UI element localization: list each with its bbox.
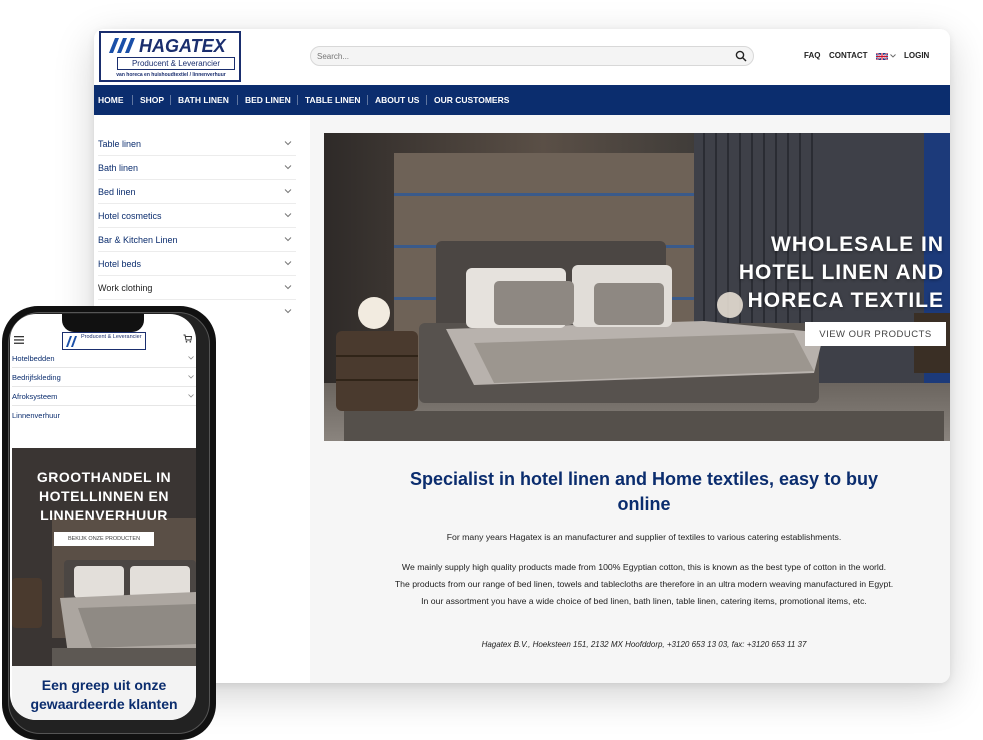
sidebar-item-hotel-beds[interactable]: Hotel beds <box>98 253 296 276</box>
sidebar-item-label: Bar & Kitchen Linen <box>98 235 178 245</box>
mobile-menu-label: Hotelbedden <box>12 354 55 363</box>
nav-item-about-us[interactable]: ABOUT US <box>375 95 419 105</box>
faq-link[interactable]: FAQ <box>804 51 820 60</box>
hagatex-logo-mark <box>66 336 77 347</box>
view-products-button[interactable]: VIEW OUR PRODUCTS <box>805 322 946 346</box>
site-header: HAGATEX Producent & Leverancier van hore… <box>94 29 950 85</box>
hero-banner: WHOLESALE IN HOTEL LINEN AND HORECA TEXT… <box>324 133 950 441</box>
hero-title: WHOLESALE IN HOTEL LINEN AND HORECA TEXT… <box>684 231 944 315</box>
logo-tagline: Producent & Leverancier <box>81 334 142 340</box>
main-content: WHOLESALE IN HOTEL LINEN AND HORECA TEXT… <box>310 115 950 683</box>
chevron-down-icon <box>284 285 292 290</box>
logo-subline: van horeca en huishoudtextiel / linnenve… <box>116 72 226 78</box>
nav-divider <box>170 95 171 105</box>
phone-notch <box>62 314 144 332</box>
svg-text:HAGATEX: HAGATEX <box>139 36 227 55</box>
contact-link[interactable]: CONTACT <box>829 51 868 60</box>
uk-flag-icon <box>876 53 888 60</box>
mobile-menu-label: Linnenverhuur <box>12 411 60 420</box>
search-bar <box>310 46 754 66</box>
login-link[interactable]: LOGIN <box>904 51 929 60</box>
mobile-menu-item[interactable]: Afroksysteem <box>12 388 196 406</box>
mobile-menu-item[interactable]: Bedrijfskleding <box>12 369 196 387</box>
mobile-menu-label: Afroksysteem <box>12 392 58 401</box>
logo-tagline: Producent & Leverancier <box>117 57 235 70</box>
desktop-mockup: HAGATEX Producent & Leverancier van hore… <box>94 29 950 683</box>
sidebar-item-label: Hotel cosmetics <box>98 211 162 221</box>
mobile-hero-title-line: HOTELLINNEN EN <box>39 488 169 504</box>
sidebar-item-hotel-cosmetics[interactable]: Hotel cosmetics <box>98 205 296 228</box>
nav-divider <box>132 95 133 105</box>
nav-item-home[interactable]: HOME <box>98 95 124 105</box>
intro-heading: Specialist in hotel linen and Home texti… <box>409 469 879 514</box>
sidebar-item-work-clothing[interactable]: Work clothing <box>98 277 296 300</box>
mobile-menu-item[interactable]: Hotelbedden <box>12 350 196 368</box>
mobile-customers-heading: Een greep uit onze gewaardeerde klanten <box>30 677 178 712</box>
mobile-logo[interactable]: Producent & Leverancier <box>62 332 146 350</box>
chevron-down-icon <box>284 237 292 242</box>
site-logo[interactable]: HAGATEX Producent & Leverancier van hore… <box>99 31 241 82</box>
mobile-menu-label: Bedrijfskleding <box>12 373 61 382</box>
main-navigation: HOME SHOP BATH LINEN BED LINEN TABLE LIN… <box>94 85 950 115</box>
sidebar-item-label: Bed linen <box>98 187 136 197</box>
hagatex-logo-mark: HAGATEX <box>109 36 227 55</box>
chevron-down-icon <box>188 375 194 379</box>
mobile-hero-title: GROOTHANDEL IN HOTELLINNEN EN LINNENVERH… <box>12 468 196 525</box>
chevron-down-icon <box>188 356 194 360</box>
chevron-down-icon <box>188 394 194 398</box>
nav-item-shop[interactable]: SHOP <box>140 95 164 105</box>
hero-title-line: HOTEL LINEN AND <box>738 261 944 284</box>
nav-divider <box>237 95 238 105</box>
sidebar-item-label: Work clothing <box>98 283 153 293</box>
sidebar-item-table-linen[interactable]: Table linen <box>98 133 296 156</box>
company-address: Hagatex B.V., Hoeksteen 151, 2132 MX Hoo… <box>481 640 807 649</box>
hero-title-line: HORECA TEXTILE <box>747 289 944 312</box>
hero-title-line: WHOLESALE IN <box>771 233 944 256</box>
nav-item-table-linen[interactable]: TABLE LINEN <box>305 95 361 105</box>
mobile-view-products-button[interactable]: BEKIJK ONZE PRODUCTEN <box>54 532 154 546</box>
chevron-down-icon <box>284 165 292 170</box>
chevron-down-icon <box>890 54 896 58</box>
language-selector[interactable] <box>876 51 898 61</box>
nav-item-bed-linen[interactable]: BED LINEN <box>245 95 291 105</box>
chevron-down-icon <box>284 189 292 194</box>
chevron-down-icon <box>284 309 292 314</box>
mobile-hero-banner: GROOTHANDEL IN HOTELLINNEN EN LINNENVERH… <box>12 448 196 666</box>
mobile-hero-title-line: GROOTHANDEL IN <box>36 469 172 485</box>
intro-paragraph: For many years Hagatex is an manufacture… <box>446 532 842 542</box>
sidebar-item-bath-linen[interactable]: Bath linen <box>98 157 296 180</box>
nav-divider <box>297 95 298 105</box>
search-icon[interactable] <box>735 50 747 62</box>
mobile-menu-item[interactable]: Linnenverhuur <box>12 407 196 425</box>
chevron-down-icon <box>284 141 292 146</box>
hamburger-menu-icon[interactable] <box>14 336 24 344</box>
sidebar-item-bar-kitchen-linen[interactable]: Bar & Kitchen Linen <box>98 229 296 252</box>
sidebar-item-label: Table linen <box>98 139 142 149</box>
mobile-customers-section: Een greep uit onze gewaardeerde klanten <box>12 666 196 720</box>
nav-item-our-customers[interactable]: OUR CUSTOMERS <box>434 95 509 105</box>
chevron-down-icon <box>284 261 292 266</box>
search-input[interactable] <box>317 49 717 63</box>
sidebar-item-label: Bath linen <box>98 163 139 173</box>
sidebar-item-bed-linen[interactable]: Bed linen <box>98 181 296 204</box>
nav-divider <box>426 95 427 105</box>
chevron-down-icon <box>284 213 292 218</box>
mobile-mockup: Producent & Leverancier Hotelbedden Bedr… <box>2 306 216 740</box>
nav-divider <box>367 95 368 105</box>
mobile-screen: Producent & Leverancier Hotelbedden Bedr… <box>10 314 196 720</box>
description-paragraph: We mainly supply high quality products m… <box>394 562 894 606</box>
nav-item-bath-linen[interactable]: BATH LINEN <box>178 95 229 105</box>
sidebar-item-label: Hotel beds <box>98 259 142 269</box>
cart-icon[interactable] <box>183 334 192 343</box>
mobile-hero-title-line: LINNENVERHUUR <box>40 507 168 523</box>
